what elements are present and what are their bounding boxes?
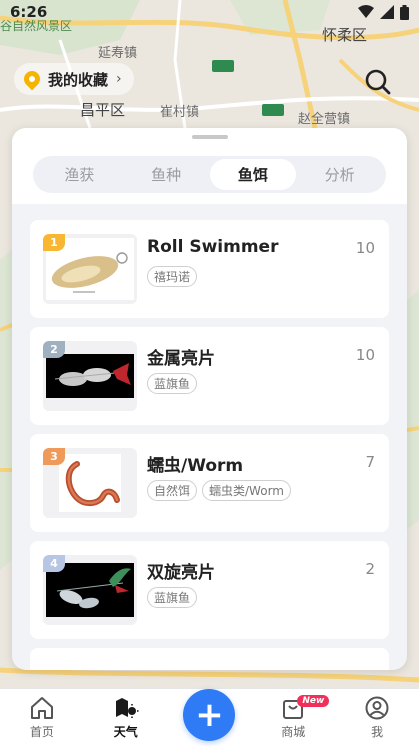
bait-tag: 蓝旗鱼: [147, 587, 198, 608]
nav-me[interactable]: 我: [335, 689, 419, 746]
wifi-icon: [358, 5, 374, 18]
tab-catch[interactable]: 渔获: [36, 159, 123, 190]
tab-species[interactable]: 鱼种: [123, 159, 210, 190]
bait-count: 7: [365, 453, 375, 471]
bait-card[interactable]: 1 Roll Swimmer 10 禧玛诺: [30, 220, 389, 318]
bait-card[interactable]: 3 蠕虫/Worm 7 自然饵 蠕虫类/Worm: [30, 434, 389, 532]
plus-icon: +: [183, 688, 236, 741]
search-icon: [365, 69, 391, 95]
add-catch-button[interactable]: +: [168, 688, 252, 746]
bait-count: 10: [355, 346, 375, 364]
bait-card[interactable]: 4 双旋亮片 2 蓝旗鱼: [30, 541, 389, 639]
segmented-tabs: 渔获 鱼种 鱼饵 分析: [33, 156, 386, 193]
nav-shop[interactable]: New 商城: [251, 689, 335, 746]
favorites-label: 我的收藏: [48, 70, 109, 89]
bait-name: 双旋亮片: [147, 563, 215, 583]
signal-icon: [380, 5, 394, 19]
nav-weather[interactable]: 天气: [84, 689, 168, 746]
rank-badge: 3: [43, 448, 65, 465]
bait-tag: 禧玛诺: [147, 266, 198, 287]
rank-number: 1: [50, 236, 58, 249]
rank-badge: 4: [43, 555, 65, 572]
bait-list: 1 Roll Swimmer 10 禧玛诺 2 金属亮片 10 蓝旗鱼 3 蠕虫…: [30, 220, 389, 670]
nav-home-label: 首页: [29, 724, 54, 739]
nav-me-label: 我: [371, 724, 384, 739]
new-badge: New: [297, 694, 330, 707]
rank-badge: 1: [43, 234, 65, 251]
bait-name: 金属亮片: [147, 349, 215, 369]
sheet-header: 渔获 鱼种 鱼饵 分析: [12, 128, 407, 204]
map-label-zhaoquanying: 赵全营镇: [298, 112, 351, 127]
tab-bait[interactable]: 鱼饵: [209, 159, 297, 190]
bottom-nav: 首页 天气 + New 商城 我: [0, 688, 419, 746]
bottom-sheet: 渔获 鱼种 鱼饵 分析 1 Roll Swimmer 10 禧玛诺 2 金属亮片…: [12, 128, 407, 670]
home-icon: [30, 696, 53, 719]
bait-name: Roll Swimmer: [147, 237, 279, 257]
rank-badge: 2: [43, 341, 65, 358]
bait-tag: 蓝旗鱼: [147, 373, 198, 394]
battery-icon: [400, 4, 409, 20]
rank-number: 2: [50, 343, 58, 356]
nav-weather-label: 天气: [113, 724, 138, 739]
weather-map-icon: [115, 697, 139, 718]
map-label-changping: 昌平区: [80, 101, 126, 119]
bait-tag: 蠕虫类/Worm: [202, 480, 291, 501]
bait-count: 2: [365, 560, 375, 578]
status-bar: 6:26: [0, 0, 419, 24]
nav-shop-label: 商城: [281, 724, 306, 739]
bait-tags: 禧玛诺: [147, 266, 198, 287]
status-time: 6:26: [10, 3, 48, 21]
chevron-right-icon: ›: [116, 71, 122, 87]
bait-tag: 自然饵: [147, 480, 198, 501]
bait-card[interactable]: [30, 648, 389, 670]
location-pin-icon: [20, 67, 44, 91]
status-icons: [358, 4, 409, 20]
map-label-huairou: 怀柔区: [322, 26, 368, 44]
sheet-drag-handle[interactable]: [192, 135, 228, 139]
bait-tags: 蓝旗鱼: [147, 587, 198, 608]
favorites-button[interactable]: 我的收藏 ›: [14, 63, 134, 95]
map-label-cuicun: 崔村镇: [160, 105, 200, 120]
rank-number: 4: [50, 557, 58, 570]
nav-home[interactable]: 首页: [0, 689, 84, 746]
user-icon: [365, 696, 389, 719]
bait-name: 蠕虫/Worm: [147, 456, 244, 476]
tab-analysis[interactable]: 分析: [296, 159, 383, 190]
bait-card[interactable]: 2 金属亮片 10 蓝旗鱼: [30, 327, 389, 425]
bait-count: 10: [355, 239, 375, 257]
search-button[interactable]: [356, 62, 400, 102]
bait-tags: 自然饵 蠕虫类/Worm: [147, 480, 291, 501]
map-label-yanshou: 延寿镇: [98, 46, 138, 61]
bait-tags: 蓝旗鱼: [147, 373, 198, 394]
rank-number: 3: [50, 450, 58, 463]
